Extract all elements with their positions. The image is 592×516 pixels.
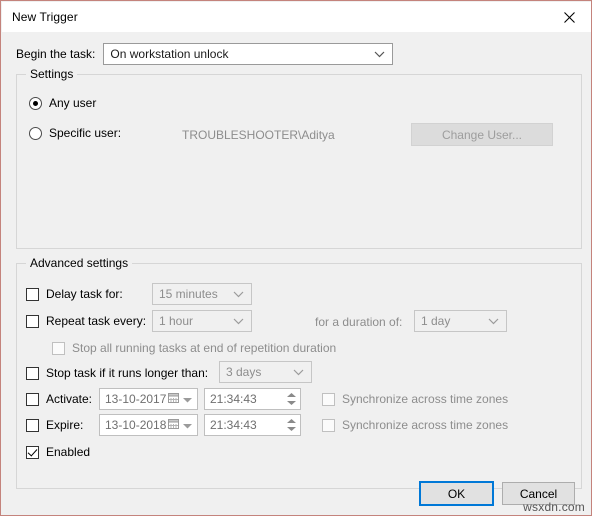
checkbox-expire-label: Expire: xyxy=(46,418,84,432)
spinner-down-icon[interactable] xyxy=(286,400,297,406)
window-title: New Trigger xyxy=(12,10,78,24)
repeat-task-value: 1 hour xyxy=(159,314,194,328)
stop-task-longer-value: 3 days xyxy=(226,365,262,379)
activate-time-field[interactable]: 21:34:43 xyxy=(204,388,301,410)
checkbox-activate[interactable]: Activate: xyxy=(26,392,92,406)
begin-task-combobox[interactable]: On workstation unlock xyxy=(103,43,394,65)
checkbox-stop-all-running-indicator xyxy=(52,341,65,355)
ok-button[interactable]: OK xyxy=(419,481,494,506)
begin-task-label: Begin the task: xyxy=(16,47,96,61)
expire-date-field[interactable]: 13-10-2018 xyxy=(99,414,198,436)
spinner-icon[interactable] xyxy=(286,392,297,406)
checkbox-expire-indicator xyxy=(26,418,39,432)
checkbox-activate-sync-label: Synchronize across time zones xyxy=(342,392,509,406)
checkbox-activate-indicator xyxy=(26,392,39,406)
calendar-icon xyxy=(168,392,179,406)
spinner-icon[interactable] xyxy=(286,418,297,432)
checkbox-enabled-label: Enabled xyxy=(46,445,91,459)
radio-any-user-label: Any user xyxy=(49,96,97,110)
activate-date-field[interactable]: 13-10-2017 xyxy=(99,388,198,410)
new-trigger-dialog: New Trigger Begin the task: On workstati… xyxy=(0,0,592,516)
activate-time-value: 21:34:43 xyxy=(210,392,257,406)
checkbox-stop-task-longer[interactable]: Stop task if it runs longer than: xyxy=(26,366,208,380)
chevron-down-icon xyxy=(488,314,499,328)
duration-label: for a duration of: xyxy=(315,315,403,329)
settings-group-label: Settings xyxy=(26,67,78,81)
settings-group: Settings xyxy=(16,67,582,249)
expire-time-value: 21:34:43 xyxy=(210,418,257,432)
checkbox-expire[interactable]: Expire: xyxy=(26,418,83,432)
activate-date-value: 13-10-2017 xyxy=(105,392,167,406)
checkbox-expire-sync-indicator xyxy=(322,418,335,432)
expire-date-value: 13-10-2018 xyxy=(105,418,167,432)
spinner-up-icon[interactable] xyxy=(286,392,297,398)
chevron-down-icon[interactable] xyxy=(183,418,192,432)
checkbox-stop-all-running-label: Stop all running tasks at end of repetit… xyxy=(72,341,337,355)
spinner-up-icon[interactable] xyxy=(286,418,297,424)
cancel-button-label: Cancel xyxy=(519,486,558,501)
checkbox-expire-sync[interactable]: Synchronize across time zones xyxy=(322,418,508,432)
close-icon[interactable] xyxy=(547,2,591,32)
calendar-icon xyxy=(168,418,179,432)
repeat-task-combobox[interactable]: 1 hour xyxy=(152,310,252,332)
chevron-down-icon xyxy=(233,314,244,328)
checkbox-repeat-task[interactable]: Repeat task every: xyxy=(26,314,146,328)
checkbox-delay-task-indicator xyxy=(26,287,39,301)
spinner-down-icon[interactable] xyxy=(286,426,297,432)
checkbox-repeat-task-indicator xyxy=(26,314,39,328)
radio-specific-user-label: Specific user: xyxy=(49,126,122,140)
advanced-settings-group-label: Advanced settings xyxy=(26,256,133,270)
chevron-down-icon xyxy=(293,365,304,379)
checkbox-stop-task-longer-indicator xyxy=(26,366,39,380)
close-glyph xyxy=(564,11,575,23)
checkbox-activate-sync[interactable]: Synchronize across time zones xyxy=(322,392,508,406)
duration-combobox[interactable]: 1 day xyxy=(414,310,507,332)
checkbox-stop-all-running[interactable]: Stop all running tasks at end of repetit… xyxy=(52,341,336,355)
checkbox-delay-task[interactable]: Delay task for: xyxy=(26,287,123,301)
delay-task-combobox[interactable]: 15 minutes xyxy=(152,283,252,305)
begin-task-value: On workstation unlock xyxy=(110,47,229,61)
ok-button-label: OK xyxy=(447,486,466,501)
begin-task-row: Begin the task: On workstation unlock xyxy=(16,43,394,65)
radio-specific-user-indicator xyxy=(29,126,42,140)
dialog-body: Begin the task: On workstation unlock Se… xyxy=(2,32,591,515)
chevron-down-icon xyxy=(233,287,244,301)
watermark: wsxdn.com xyxy=(523,500,585,514)
checkbox-expire-sync-label: Synchronize across time zones xyxy=(342,418,509,432)
expire-time-field[interactable]: 21:34:43 xyxy=(204,414,301,436)
specific-user-value: TROUBLESHOOTER\Aditya xyxy=(182,128,335,142)
radio-any-user-indicator xyxy=(29,96,42,110)
checkbox-activate-label: Activate: xyxy=(46,392,93,406)
checkbox-activate-sync-indicator xyxy=(322,392,335,406)
change-user-button[interactable]: Change User... xyxy=(411,123,553,146)
radio-any-user[interactable]: Any user xyxy=(29,96,96,110)
radio-specific-user[interactable]: Specific user: xyxy=(29,126,121,140)
chevron-down-icon[interactable] xyxy=(183,392,192,406)
change-user-button-label: Change User... xyxy=(441,127,523,142)
delay-task-value: 15 minutes xyxy=(159,287,218,301)
chevron-down-icon xyxy=(374,47,385,61)
checkbox-repeat-task-label: Repeat task every: xyxy=(46,314,147,328)
checkbox-enabled[interactable]: Enabled xyxy=(26,445,90,459)
title-bar: New Trigger xyxy=(2,2,591,32)
checkbox-stop-task-longer-label: Stop task if it runs longer than: xyxy=(46,366,209,380)
duration-value: 1 day xyxy=(421,314,451,328)
checkbox-enabled-indicator xyxy=(26,445,39,459)
stop-task-longer-combobox[interactable]: 3 days xyxy=(219,361,312,383)
checkbox-delay-task-label: Delay task for: xyxy=(46,287,123,301)
